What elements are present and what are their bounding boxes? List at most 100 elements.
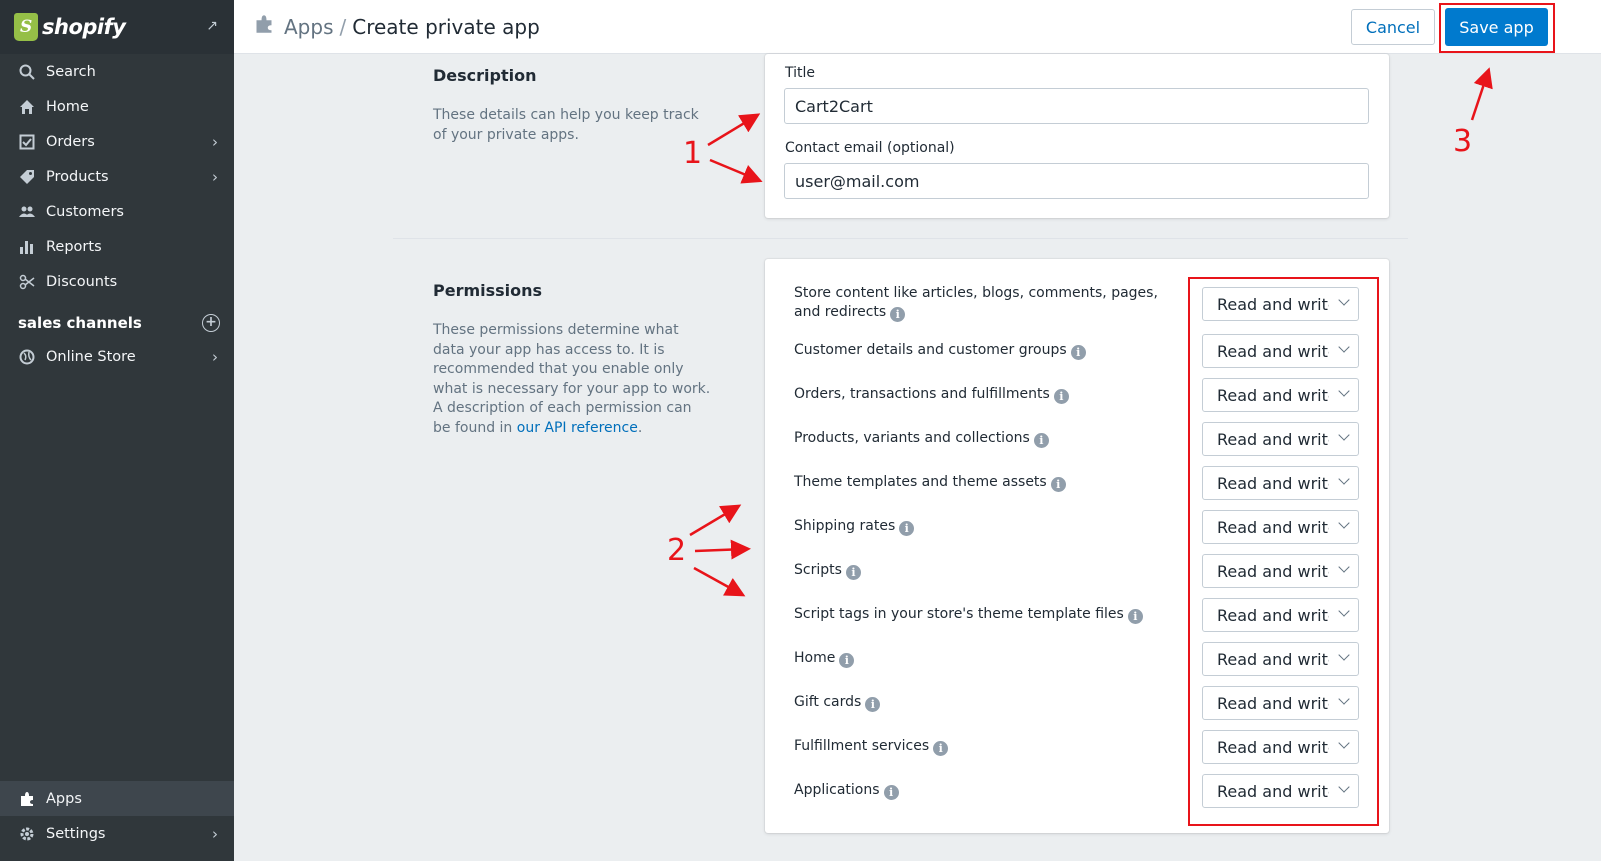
info-icon[interactable]: i	[890, 307, 906, 322]
description-help-text: These details can help you keep track of…	[433, 107, 699, 143]
sidebar-search-label: Search	[46, 63, 96, 80]
info-icon[interactable]: i	[1050, 477, 1066, 492]
arrow-1-title	[707, 113, 761, 147]
permission-label: Fulfillment services	[794, 738, 930, 754]
reports-icon	[18, 238, 36, 256]
sidebar-item-settings[interactable]: Settings ›	[0, 816, 234, 851]
breadcrumb-separator: /	[339, 14, 347, 39]
sidebar-item-label: Online Store	[46, 348, 136, 365]
sidebar-item-discounts[interactable]: Discounts	[0, 264, 234, 299]
info-icon[interactable]: i	[865, 697, 881, 712]
info-icon[interactable]: i	[1070, 345, 1086, 360]
arrow-3-save	[1470, 67, 1493, 121]
permission-row: Home i	[794, 649, 1184, 668]
info-icon[interactable]: i	[1053, 389, 1069, 404]
sidebar-item-products[interactable]: Products ›	[0, 159, 234, 194]
gear-icon	[18, 825, 36, 843]
tag-icon	[18, 168, 36, 186]
permission-label: Shipping rates	[794, 518, 896, 534]
info-icon[interactable]: i	[883, 785, 899, 800]
sidebar-item-reports[interactable]: Reports	[0, 229, 234, 264]
info-icon[interactable]: i	[1033, 433, 1049, 448]
annotation-number-1: 1	[683, 136, 703, 171]
section-divider	[393, 238, 1408, 239]
arrow-2-up	[689, 504, 742, 537]
permission-row: Orders, transactions and fulfillments i	[794, 385, 1184, 404]
info-icon[interactable]: i	[839, 653, 855, 668]
info-icon[interactable]: i	[1127, 609, 1143, 624]
chevron-right-icon: ›	[212, 347, 218, 366]
api-reference-link[interactable]: our API reference	[517, 420, 638, 436]
arrow-1-email	[709, 158, 763, 184]
permission-row: Store content like articles, blogs, comm…	[794, 284, 1184, 322]
arrow-2-mid	[694, 539, 751, 560]
shopify-logo-icon	[14, 13, 38, 41]
cancel-button[interactable]: Cancel	[1351, 9, 1435, 45]
discounts-icon	[18, 273, 36, 291]
sidebar-bottom: Apps Settings ›	[0, 781, 234, 851]
permission-label: Products, variants and collections	[794, 430, 1030, 446]
globe-icon	[18, 348, 36, 366]
permission-label: Store content like articles, blogs, comm…	[794, 285, 1158, 320]
puzzle-icon	[254, 14, 274, 39]
sidebar-item-label: Home	[46, 98, 89, 115]
external-link-icon[interactable]: ↗	[206, 18, 218, 34]
home-icon	[18, 98, 36, 116]
sidebar-item-orders[interactable]: Orders ›	[0, 124, 234, 159]
search-icon	[18, 63, 36, 81]
sidebar-item-label: Apps	[46, 790, 82, 807]
description-heading: Description	[433, 66, 537, 85]
permissions-heading: Permissions	[433, 281, 543, 300]
email-label: Contact email (optional)	[785, 140, 955, 156]
chevron-right-icon: ›	[212, 132, 218, 151]
orders-icon	[18, 133, 36, 151]
customers-icon	[18, 203, 36, 221]
permission-label: Orders, transactions and fulfillments	[794, 386, 1050, 402]
permission-label: Customer details and customer groups	[794, 342, 1067, 358]
puzzle-icon	[18, 790, 36, 808]
sales-channels-label: sales channels	[18, 314, 142, 332]
save-highlight-box	[1439, 3, 1555, 53]
permission-row: Gift cards i	[794, 693, 1184, 712]
brand[interactable]: shopify ↗	[0, 0, 234, 54]
email-input[interactable]: user@mail.com	[784, 163, 1369, 199]
sidebar-item-label: Reports	[46, 238, 102, 255]
title-input[interactable]: Cart2Cart	[784, 88, 1369, 124]
sales-channels-title: sales channels +	[0, 299, 234, 339]
permission-row: Theme templates and theme assets i	[794, 473, 1184, 492]
info-icon[interactable]: i	[899, 521, 915, 536]
annotation-number-3: 3	[1453, 124, 1473, 159]
sidebar-item-label: Customers	[46, 203, 124, 220]
sidebar-item-apps[interactable]: Apps	[0, 781, 234, 816]
permission-row: Script tags in your store's theme templa…	[794, 605, 1184, 624]
permission-row: Fulfillment services i	[794, 737, 1184, 756]
permission-row: Products, variants and collections i	[794, 429, 1184, 448]
page-title: Create private app	[352, 14, 540, 39]
permission-label: Gift cards	[794, 694, 862, 710]
sidebar: shopify ↗ Search Home Orders › Products …	[0, 0, 234, 861]
permissions-help-prefix: These permissions determine what data yo…	[433, 322, 711, 436]
permissions-highlight-box	[1188, 277, 1379, 826]
chevron-right-icon: ›	[212, 824, 218, 843]
permission-label: Scripts	[794, 562, 842, 578]
breadcrumb: Apps / Create private app	[254, 14, 540, 39]
sidebar-search[interactable]: Search	[0, 54, 234, 89]
permissions-help-text: These permissions determine what data yo…	[433, 321, 713, 438]
sidebar-item-home[interactable]: Home	[0, 89, 234, 124]
permission-label: Home	[794, 650, 836, 666]
permission-row: Shipping rates i	[794, 517, 1184, 536]
sidebar-item-customers[interactable]: Customers	[0, 194, 234, 229]
sidebar-item-label: Products	[46, 168, 109, 185]
sidebar-item-label: Orders	[46, 133, 95, 150]
sidebar-item-online-store[interactable]: Online Store ›	[0, 339, 234, 374]
breadcrumb-apps-link[interactable]: Apps	[284, 15, 334, 39]
sidebar-item-label: Discounts	[46, 273, 118, 290]
add-channel-icon[interactable]: +	[202, 314, 220, 332]
arrow-2-down	[693, 566, 746, 597]
info-icon[interactable]: i	[933, 741, 949, 756]
info-icon[interactable]: i	[845, 565, 861, 580]
chevron-right-icon: ›	[212, 167, 218, 186]
permission-row: Scripts i	[794, 561, 1184, 580]
permission-row: Customer details and customer groups i	[794, 341, 1184, 360]
permission-label: Applications	[794, 782, 880, 798]
